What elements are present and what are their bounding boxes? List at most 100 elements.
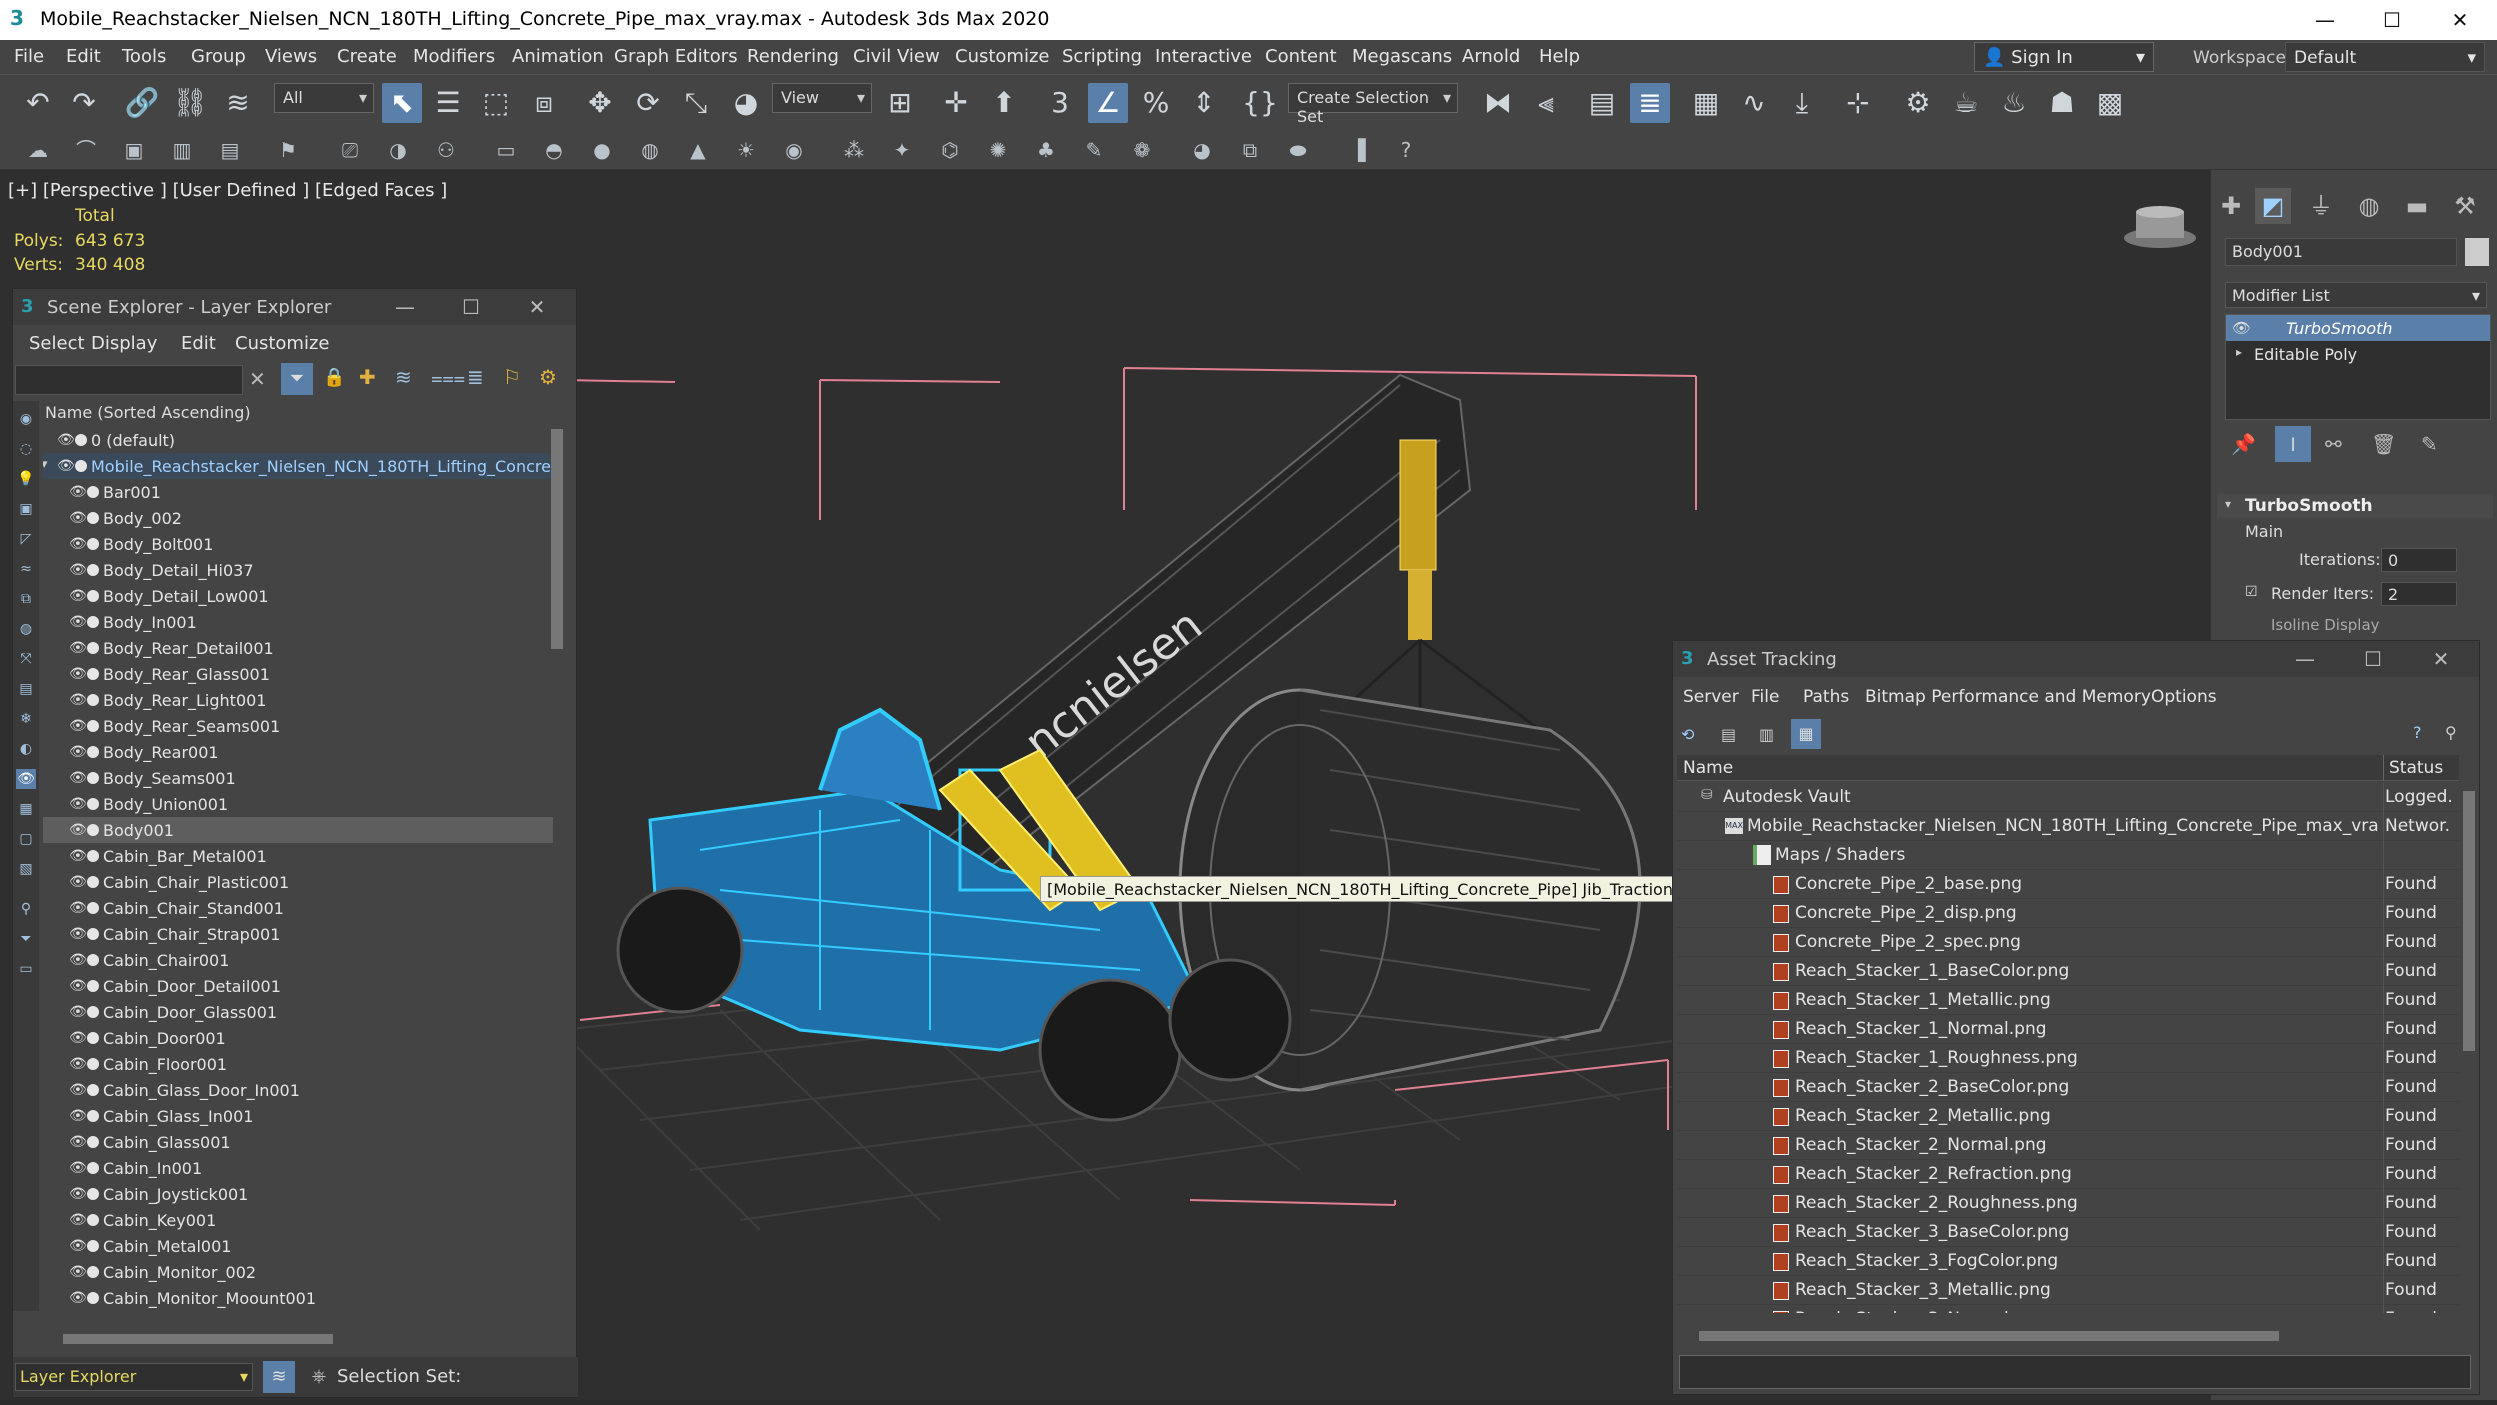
asset-menu-options[interactable]: Options (2151, 687, 2217, 707)
shape-filter-icon[interactable]: ◌ (16, 439, 36, 459)
tree-item[interactable]: 👁 Body_Bolt001 (43, 531, 553, 557)
tree-item[interactable]: 👁 Body_Rear_Detail001 (43, 635, 553, 661)
iterations-spinner[interactable]: 0 (2381, 548, 2457, 572)
rect-shape-icon[interactable]: ▭ (490, 134, 522, 166)
refresh-icon[interactable]: ⟲ (1681, 725, 1694, 744)
grid-view-icon[interactable]: ▦ (1791, 719, 1821, 749)
modifier-list-dropdown[interactable]: Modifier List ▾ (2225, 282, 2487, 308)
plane-icon[interactable]: ▤ (214, 134, 246, 166)
xref-filter-icon[interactable]: ◍ (16, 619, 36, 639)
menu-content[interactable]: Content (1265, 46, 1337, 67)
asset-row[interactable]: Reach_Stacker_2_BaseColor.png Found (1677, 1073, 2459, 1102)
rendered-frame-window-icon[interactable]: ♨ (1994, 83, 2034, 123)
reference-coordinate-dropdown[interactable]: View (772, 83, 872, 113)
scene-search-input[interactable] (15, 365, 243, 395)
tree-item[interactable]: 👁Cabin_Monitor001 (43, 1311, 553, 1317)
named-selection-set-dropdown[interactable]: Create Selection Set (1288, 83, 1458, 126)
rotate-icon[interactable]: ⟳ (628, 83, 668, 123)
filter-icon[interactable]: ⏷ (281, 363, 313, 395)
show-end-result-icon[interactable]: ⏽ (2275, 426, 2311, 462)
lock-icon[interactable]: 🔒 (323, 367, 345, 388)
minimize-button[interactable]: — (2283, 643, 2327, 675)
tree-item[interactable]: 👁 Cabin_Chair001 (43, 947, 553, 973)
window-crossing-icon[interactable]: ⧈ (524, 83, 564, 123)
tree-item[interactable]: 👁 Cabin_Glass_Door_In001 (43, 1077, 553, 1103)
table-view-icon[interactable]: ▥ (1759, 725, 1774, 744)
tree-item[interactable]: 👁 Body_Seams001 (43, 765, 553, 791)
link-icon[interactable]: 🔗 (122, 83, 162, 123)
proxy-icon[interactable]: ✎ (1078, 134, 1110, 166)
align-icon[interactable]: ⫷ (1526, 83, 1566, 123)
asset-row[interactable]: MAX Mobile_Reachstacker_Nielsen_NCN_180TH… (1677, 812, 2459, 841)
expand-arrow-icon[interactable]: ▾ (43, 457, 48, 472)
unlink-icon[interactable]: ⛓ (170, 83, 210, 123)
asset-hscrollbar[interactable] (1699, 1331, 2279, 1341)
fur-icon[interactable]: ❁ (1126, 134, 1158, 166)
dome-icon[interactable]: ◓ (538, 134, 570, 166)
teapot-icon[interactable]: ☁ (22, 134, 54, 166)
asset-row[interactable]: Reach_Stacker_3_Metallic.png Found (1677, 1276, 2459, 1305)
layer-reachstacker[interactable]: 👁 Mobile_Reachstacker_Nielsen_NCN_180TH_L… (43, 453, 563, 479)
particle-icon[interactable]: ⁂ (838, 134, 870, 166)
spacewarp-icon[interactable]: ⚇ (430, 134, 462, 166)
asset-row[interactable]: Reach_Stacker_1_Roughness.png Found (1677, 1044, 2459, 1073)
menu-interactive[interactable]: Interactive (1155, 46, 1252, 67)
tree-item[interactable]: 👁 Body_Detail_Hi037 (43, 557, 553, 583)
menu-tools[interactable]: Tools (122, 46, 166, 67)
geo-icon[interactable]: ⌬ (934, 134, 966, 166)
globe-icon[interactable]: ✺ (982, 134, 1014, 166)
render-setup-icon[interactable]: ☕ (1946, 83, 1986, 123)
minimize-button[interactable]: — (2295, 4, 2355, 36)
asset-menu-server[interactable]: Server (1683, 687, 1739, 707)
keyboard-shortcut-icon[interactable]: ⬆ (984, 83, 1024, 123)
column-header-status[interactable]: Status (2389, 758, 2443, 778)
asset-menu-bitmap-performance-and-memory[interactable]: Bitmap Performance and Memory (1865, 687, 2151, 707)
display-tab-icon[interactable]: ▬ (2399, 188, 2435, 224)
tree-item[interactable]: 👁 Cabin_Monitor_Moount001 (43, 1285, 553, 1311)
fx-icon[interactable]: ✦ (886, 134, 918, 166)
object-name-input[interactable]: Body001 (2225, 238, 2457, 266)
object-color-swatch[interactable] (2465, 238, 2489, 266)
asset-tracking-titlebar[interactable]: 3 Asset Tracking — ☐ ✕ (1673, 641, 2479, 677)
stack-item-turbosmooth[interactable]: 👁 TurboSmooth (2226, 315, 2490, 341)
asset-scrollbar[interactable] (2463, 791, 2475, 1051)
select-by-name-icon[interactable]: ☰ (428, 83, 468, 123)
render-iters-checkbox[interactable]: ☑ (2245, 584, 2258, 600)
turbosmooth-rollout-header[interactable]: ▾ TurboSmooth (2217, 494, 2493, 518)
asset-row[interactable]: Reach_Stacker_3_FogColor.png Found (1677, 1247, 2459, 1276)
folder-icon[interactable]: ▭ (16, 959, 36, 979)
hidden-filter-icon[interactable]: ◐ (16, 739, 36, 759)
group-filter-icon[interactable]: ⧉ (16, 589, 36, 609)
tree-item[interactable]: 👁 Cabin_Door_Glass001 (43, 999, 553, 1025)
helper-filter-icon[interactable]: ◸ (16, 529, 36, 549)
utilities-tab-icon[interactable]: ⚒ (2447, 188, 2483, 224)
angle-snap-icon[interactable]: ∠ (1088, 83, 1128, 123)
asset-row[interactable]: Reach_Stacker_3_BaseColor.png Found (1677, 1218, 2459, 1247)
redo-icon[interactable]: ↷ (64, 83, 104, 123)
asset-row[interactable]: Maps / Shaders (1677, 841, 2459, 870)
asset-menu-paths[interactable]: Paths (1803, 687, 1849, 707)
curve-icon[interactable]: ⌒ (70, 134, 102, 166)
tree-item[interactable]: 👁 Cabin_Key001 (43, 1207, 553, 1233)
highlight-icon[interactable]: ⚐ (503, 365, 521, 389)
maximize-button[interactable]: ☐ (2351, 643, 2395, 675)
tree-item[interactable]: 👁 Cabin_Glass001 (43, 1129, 553, 1155)
menu-arnold[interactable]: Arnold (1462, 46, 1520, 67)
menu-graph-editors[interactable]: Graph Editors (614, 46, 738, 67)
asset-menu-file[interactable]: File (1751, 687, 1779, 707)
tree-item[interactable]: 👁 Body_Rear_Light001 (43, 687, 553, 713)
column-divider[interactable] (2383, 755, 2384, 781)
bind-space-warp-icon[interactable]: ≋ (218, 83, 258, 123)
scene-explorer-titlebar[interactable]: 3 Scene Explorer - Layer Explorer — ☐ ✕ (13, 289, 576, 325)
asset-row[interactable]: Concrete_Pipe_2_disp.png Found (1677, 899, 2459, 928)
menu-group[interactable]: Group (191, 46, 246, 67)
light-icon[interactable]: ⚑ (272, 134, 304, 166)
menu-rendering[interactable]: Rendering (747, 46, 839, 67)
pivot-center-icon[interactable]: ⊞ (880, 83, 920, 123)
tree-item[interactable]: 👁 Cabin_Chair_Stand001 (43, 895, 553, 921)
frame-buffer-icon[interactable]: ⧉ (1234, 134, 1266, 166)
add-to-layer-icon[interactable]: ≋ (395, 365, 412, 389)
menu-help[interactable]: Help (1539, 46, 1580, 67)
layer-mode-icon[interactable]: ≋ (263, 1361, 295, 1393)
tree-item[interactable]: 👁 Body001 (43, 817, 553, 843)
